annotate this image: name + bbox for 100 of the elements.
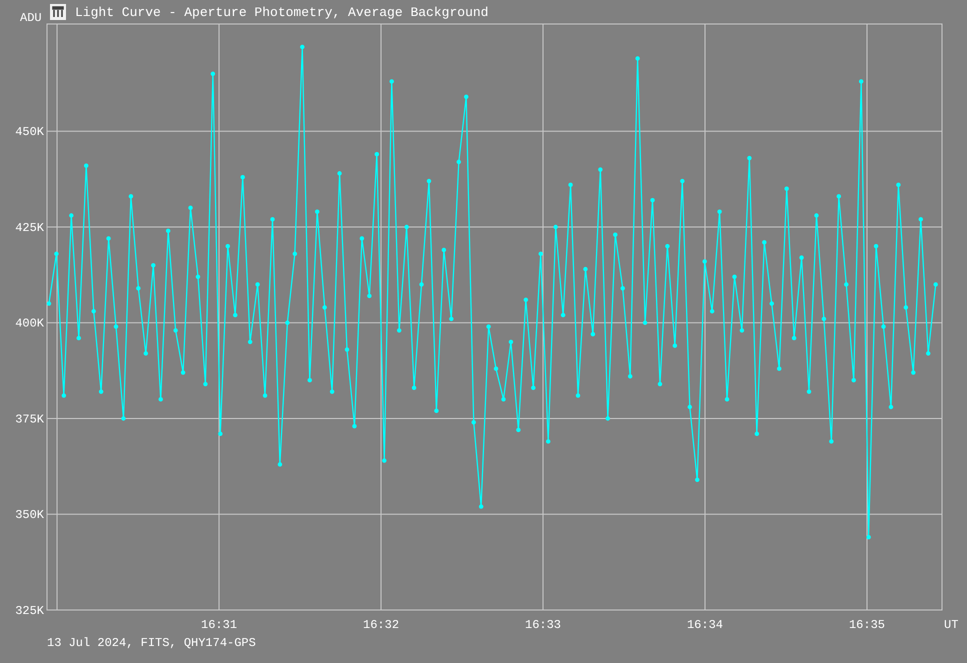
data-point (688, 404, 692, 410)
data-point (814, 213, 819, 218)
data-point (478, 504, 484, 509)
data-point (717, 209, 722, 214)
data-point (911, 370, 916, 375)
data-point (538, 252, 543, 256)
data-point (203, 382, 208, 386)
data-point (546, 439, 550, 444)
x-tick-label: 16:33 (525, 618, 562, 632)
image-info: 13 Jul 2024, FITS, QHY174-GPS (46, 635, 256, 650)
y-tick-label: 425K (15, 221, 44, 235)
data-point (888, 404, 894, 410)
data-point (98, 389, 104, 394)
data-point (918, 217, 923, 222)
data-point (524, 298, 528, 302)
data-point (255, 282, 260, 287)
data-point (531, 386, 536, 390)
data-point (866, 535, 871, 540)
data-point (799, 255, 804, 260)
data-point (874, 244, 878, 248)
data-point (442, 248, 446, 252)
data-point (180, 370, 186, 375)
data-point (702, 259, 707, 264)
data-point (128, 194, 134, 199)
data-point (262, 393, 268, 398)
data-point (210, 72, 216, 76)
data-point (620, 286, 625, 290)
data-point (344, 347, 350, 352)
y-tick-label: 375K (15, 412, 44, 426)
data-point (606, 416, 610, 421)
data-point (613, 232, 618, 237)
data-point (710, 309, 714, 314)
data-point (449, 316, 454, 322)
x-axis-label: UT (944, 618, 958, 632)
data-point (456, 160, 461, 164)
data-point (382, 458, 386, 463)
data-point (278, 462, 282, 467)
data-point (352, 424, 357, 428)
data-point (650, 198, 655, 202)
data-point (844, 282, 848, 287)
data-point (680, 178, 685, 184)
data-point (896, 182, 901, 188)
data-point (114, 324, 118, 329)
data-point (226, 244, 230, 248)
data-point (658, 382, 662, 386)
data-point (270, 217, 275, 222)
y-tick-label: 350K (15, 508, 44, 522)
data-point (508, 340, 514, 344)
data-point (486, 324, 491, 329)
data-point (434, 408, 439, 414)
data-point (300, 44, 304, 50)
data-point (553, 224, 558, 230)
data-point (76, 336, 81, 340)
data-point (754, 432, 760, 436)
x-tick-label: 16:34 (687, 618, 724, 632)
data-point (396, 328, 402, 333)
data-point (121, 416, 126, 421)
data-point (568, 182, 573, 188)
data-point (695, 478, 700, 482)
data-point (471, 420, 476, 425)
data-point (740, 328, 744, 333)
data-point (501, 397, 506, 402)
data-point (404, 224, 409, 230)
data-point (374, 152, 380, 156)
data-point (852, 378, 856, 382)
data-point (166, 228, 170, 234)
data-point (136, 286, 141, 290)
data-point (784, 186, 789, 191)
data-point (792, 336, 796, 340)
data-point (54, 252, 59, 256)
data-point (635, 56, 640, 61)
data-point (836, 194, 841, 199)
data-point (933, 282, 938, 287)
data-point (822, 316, 826, 322)
data-point (367, 294, 372, 298)
data-point (285, 320, 290, 325)
data-point (829, 439, 834, 444)
data-point (419, 282, 424, 287)
data-point (926, 351, 930, 356)
data-point (412, 386, 416, 390)
data-point (91, 309, 96, 314)
data-point (390, 79, 394, 84)
data-point (590, 332, 596, 336)
y-tick-label: 450K (15, 125, 44, 140)
data-point (46, 301, 52, 306)
y-axis-label: ADU (20, 11, 42, 25)
data-point (337, 171, 342, 176)
data-point (196, 274, 200, 279)
data-point (583, 266, 588, 272)
x-tick-label: 16:31 (201, 618, 238, 632)
data-point (628, 374, 632, 379)
data-point (69, 213, 74, 218)
data-point (576, 393, 580, 398)
data-point (881, 324, 886, 329)
data-point (806, 389, 812, 394)
data-point (732, 274, 737, 279)
data-point (426, 178, 432, 184)
y-tick-label: 400K (15, 316, 44, 331)
data-point (904, 305, 908, 310)
data-point (158, 397, 163, 402)
